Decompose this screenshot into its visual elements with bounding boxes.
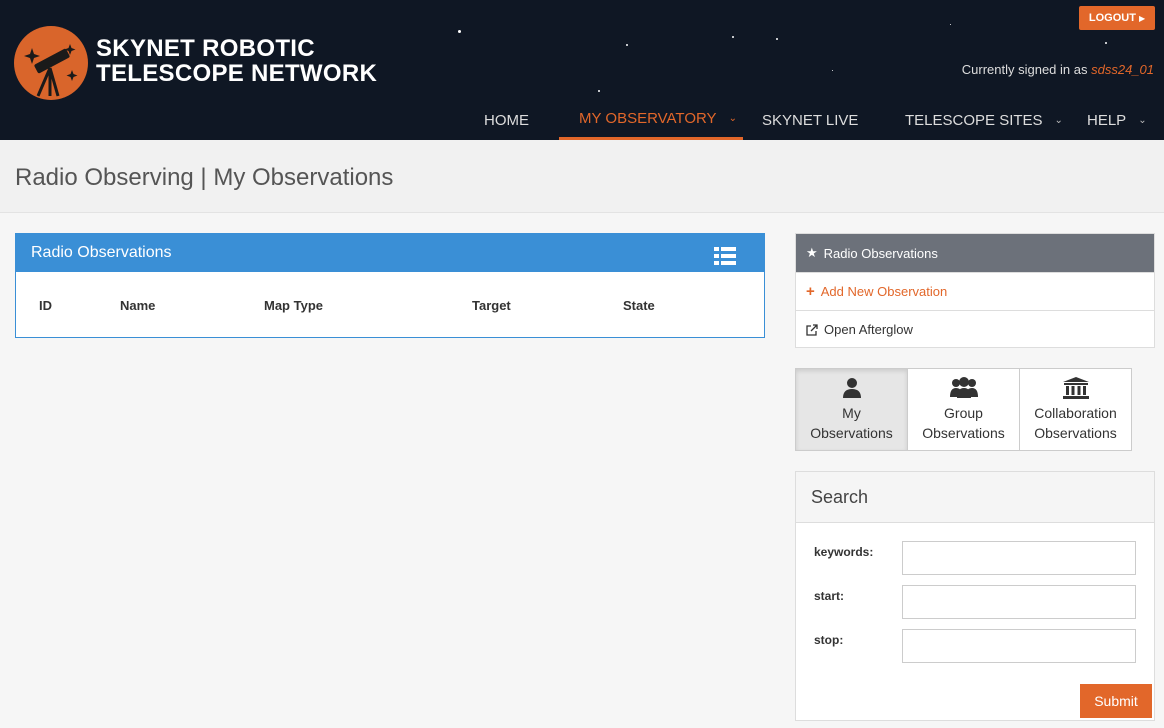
star-decoration	[732, 36, 734, 38]
site-header: SKYNET ROBOTIC TELESCOPE NETWORK LOGOUT …	[0, 0, 1164, 140]
open-afterglow-link[interactable]: Open Afterglow	[796, 310, 1154, 348]
user-icon	[842, 378, 861, 398]
nav-skynet-live-label: SKYNET LIVE	[762, 111, 859, 129]
search-header: Search	[796, 472, 1154, 523]
open-afterglow-label: Open Afterglow	[824, 322, 913, 337]
star-icon: ★	[806, 245, 818, 260]
star-decoration	[776, 38, 778, 40]
telescope-logo-icon[interactable]	[14, 26, 88, 100]
nav-home-label: HOME	[484, 111, 529, 129]
site-logo-text[interactable]: SKYNET ROBOTIC TELESCOPE NETWORK	[96, 36, 377, 86]
tab-my-observations[interactable]: My Observations	[795, 368, 908, 451]
side-menu-panel: ★ Radio Observations + Add New Observati…	[795, 233, 1155, 348]
star-decoration	[1105, 42, 1107, 44]
nav-help[interactable]: HELP ⌄	[1087, 100, 1147, 140]
column-header-name[interactable]: Name	[120, 298, 155, 313]
logo-line-2: TELESCOPE NETWORK	[96, 60, 378, 87]
add-new-observation-link[interactable]: + Add New Observation	[796, 272, 1154, 310]
radio-observations-panel: Radio Observations ID Name Map Type Targ…	[15, 233, 765, 338]
column-header-map-type[interactable]: Map Type	[264, 298, 323, 313]
column-header-id[interactable]: ID	[39, 298, 52, 313]
institution-icon	[1062, 377, 1089, 399]
chevron-down-icon: ⌄	[1054, 114, 1063, 126]
nav-skynet-live[interactable]: SKYNET LIVE	[762, 100, 858, 140]
nav-telescope-sites[interactable]: TELESCOPE SITES ⌄	[905, 100, 1063, 140]
column-header-state[interactable]: State	[623, 298, 655, 313]
signed-in-prefix: Currently signed in as	[961, 62, 1088, 77]
nav-home[interactable]: HOME	[484, 100, 529, 140]
username-link[interactable]: sdss24_01	[1091, 62, 1154, 77]
panel-title: Radio Observations	[31, 244, 172, 261]
search-panel: Search keywords: start: stop: Submit	[795, 471, 1155, 721]
caret-right-icon: ▶	[1138, 13, 1146, 23]
star-decoration	[458, 30, 461, 33]
tab-collaboration-observations[interactable]: Collaboration Observations	[1019, 368, 1132, 451]
logout-label: LOGOUT	[1088, 12, 1136, 24]
side-menu-title: Radio Observations	[823, 245, 938, 261]
main-nav: HOME MY OBSERVATORY ⌄ SKYNET LIVE TELESC…	[0, 100, 1164, 140]
tab-group-observations[interactable]: Group Observations	[907, 368, 1020, 451]
tab-collab-line1: Collaboration	[1034, 405, 1117, 421]
start-label: start:	[814, 589, 845, 603]
chevron-down-icon: ⌄	[728, 113, 737, 124]
nav-my-observatory[interactable]: MY OBSERVATORY ⌄	[559, 100, 743, 140]
column-header-target[interactable]: Target	[472, 298, 511, 313]
tab-my-line1: My	[842, 405, 861, 421]
page-title: Radio Observing | My Observations	[15, 164, 394, 191]
observation-scope-tabs: My Observations Group Observations Colla…	[795, 368, 1133, 451]
star-decoration	[598, 90, 600, 92]
submit-button[interactable]: Submit	[1080, 684, 1152, 718]
star-decoration	[626, 44, 628, 46]
tab-collab-line2: Observations	[1034, 425, 1117, 441]
list-view-icon[interactable]	[714, 247, 736, 265]
tab-group-line1: Group	[944, 405, 983, 421]
keywords-label: keywords:	[814, 545, 874, 559]
tab-group-line2: Observations	[922, 425, 1005, 441]
signed-in-status: Currently signed in as sdss24_01	[962, 62, 1154, 77]
panel-header: Radio Observations	[16, 234, 764, 272]
chevron-down-icon: ⌄	[1138, 114, 1147, 126]
keywords-input[interactable]	[902, 541, 1136, 575]
stop-label: stop:	[814, 633, 844, 647]
stop-input[interactable]	[902, 629, 1136, 663]
nav-my-observatory-label: MY OBSERVATORY	[579, 110, 717, 127]
external-link-icon	[806, 323, 818, 336]
nav-telescope-sites-label: TELESCOPE SITES	[905, 111, 1043, 129]
logo-line-1: SKYNET ROBOTIC	[96, 35, 315, 62]
tab-my-line2: Observations	[810, 425, 893, 441]
plus-icon: +	[806, 283, 815, 300]
start-input[interactable]	[902, 585, 1136, 619]
star-decoration	[950, 24, 951, 25]
side-menu-header: ★ Radio Observations	[796, 234, 1154, 272]
nav-help-label: HELP	[1087, 111, 1127, 129]
star-decoration	[832, 70, 833, 71]
users-group-icon	[949, 377, 978, 398]
logout-button[interactable]: LOGOUT ▶	[1079, 6, 1155, 30]
add-new-observation-label: Add New Observation	[820, 284, 948, 299]
page-title-bar: Radio Observing | My Observations	[0, 140, 1164, 213]
